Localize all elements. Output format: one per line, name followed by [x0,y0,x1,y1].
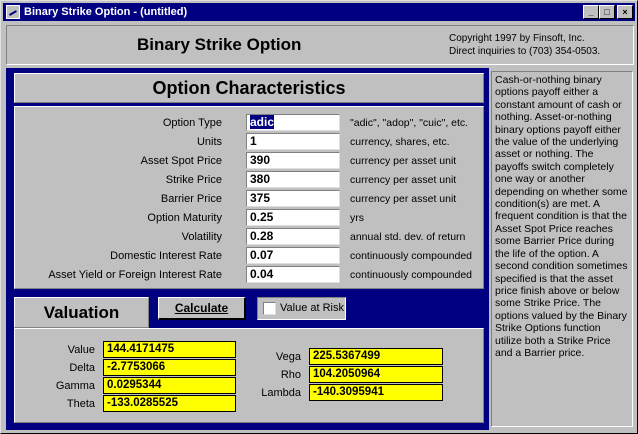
strike-price-input[interactable]: 380 [246,171,340,188]
gamma-label: Gamma [55,380,95,392]
header-panel: Binary Strike Option Copyright 1997 by F… [6,25,634,65]
option-characteristics-panel: Option Type adic "adic", "adop", "cuic",… [14,106,484,289]
option-type-input[interactable]: adic [246,114,340,131]
unit-hint: annual std. dev. of return [350,231,466,243]
barrier-price-row: Barrier Price 375 currency per asset uni… [15,190,485,209]
option-maturity-row: Option Maturity 0.25 yrs [15,209,485,228]
delta-label: Delta [69,362,95,374]
description-text: Cash-or-nothing binary options payoff ei… [491,71,633,427]
value-label: Value [67,344,95,356]
option-type-row: Option Type adic "adic", "adop", "cuic",… [15,114,485,133]
unit-hint: yrs [350,212,364,224]
copyright-line: Copyright 1997 by Finsoft, Inc. [449,33,585,44]
asset-spot-price-row: Asset Spot Price 390 currency per asset … [15,152,485,171]
asset-spot-price-input[interactable]: 390 [246,152,340,169]
calculate-button[interactable]: Calculate [158,297,246,320]
copyright-notice: Copyright 1997 by Finsoft, Inc. Direct i… [449,32,600,58]
asset-yield-input[interactable]: 0.04 [246,266,340,283]
delta-output: -2.7753066 [103,359,236,376]
volatility-row: Volatility 0.28 annual std. dev. of retu… [15,228,485,247]
theta-label: Theta [66,398,95,410]
value-output: 144.4171475 [103,341,236,358]
title-bar[interactable]: Binary Strike Option - (untitled) _ □ × [3,3,635,21]
vega-label: Vega [275,351,301,363]
unit-hint: "adic", "adop", "cuic", etc. [350,117,469,129]
units-row: Units 1 currency, shares, etc. [15,133,485,152]
valuation-panel: Value 144.4171475 Delta -2.7753066 Gamma… [14,328,484,423]
volatility-input[interactable]: 0.28 [246,228,340,245]
field-label: Volatility [181,231,222,243]
units-input[interactable]: 1 [246,133,340,150]
option-maturity-input[interactable]: 0.25 [246,209,340,226]
field-label: Option Type [162,117,222,129]
field-label: Units [196,136,222,148]
value-at-risk-checkbox[interactable] [263,302,276,315]
contact-line: Direct inquiries to (703) 354-0503. [449,46,601,57]
vega-output: 225.5367499 [309,348,443,365]
rho-output: 104.2050964 [309,366,443,383]
value-at-risk-label: Value at Risk [280,302,344,314]
value-at-risk-toggle[interactable]: Value at Risk [257,297,346,320]
lambda-output: -140.3095941 [309,384,443,401]
field-label: Asset Spot Price [140,155,222,167]
theta-output: -133.0285525 [103,395,236,412]
lambda-label: Lambda [261,387,301,399]
domestic-interest-rate-row: Domestic Interest Rate 0.07 continuously… [15,247,485,266]
unit-hint: continuously compounded [350,250,473,262]
domestic-interest-rate-input[interactable]: 0.07 [246,247,340,264]
page-title: Binary Strike Option [137,35,302,54]
valuation-heading: Valuation [14,297,149,328]
field-label: Strike Price [165,174,222,186]
strike-price-row: Strike Price 380 currency per asset unit [15,171,485,190]
asset-yield-row: Asset Yield or Foreign Interest Rate 0.0… [15,266,485,285]
close-button[interactable]: × [617,5,633,19]
unit-hint: continuously compounded [350,269,473,281]
window-title: Binary Strike Option - (untitled) [24,6,188,18]
unit-hint: currency per asset unit [350,155,457,167]
field-label: Option Maturity [147,212,222,224]
minimize-button[interactable]: _ [583,5,599,19]
unit-hint: currency per asset unit [350,174,457,186]
field-label: Barrier Price [160,193,222,205]
field-label: Domestic Interest Rate [110,250,222,262]
barrier-price-input[interactable]: 375 [246,190,340,207]
gamma-output: 0.0295344 [103,377,236,394]
field-label: Asset Yield or Foreign Interest Rate [48,269,222,281]
option-type-value: adic [250,115,275,129]
unit-hint: currency per asset unit [350,193,457,205]
unit-hint: currency, shares, etc. [350,136,450,148]
option-characteristics-heading: Option Characteristics [14,73,484,103]
rho-label: Rho [280,369,301,381]
app-window: Binary Strike Option - (untitled) _ □ × … [0,0,638,434]
app-icon[interactable] [6,5,20,19]
maximize-button[interactable]: □ [599,5,615,19]
